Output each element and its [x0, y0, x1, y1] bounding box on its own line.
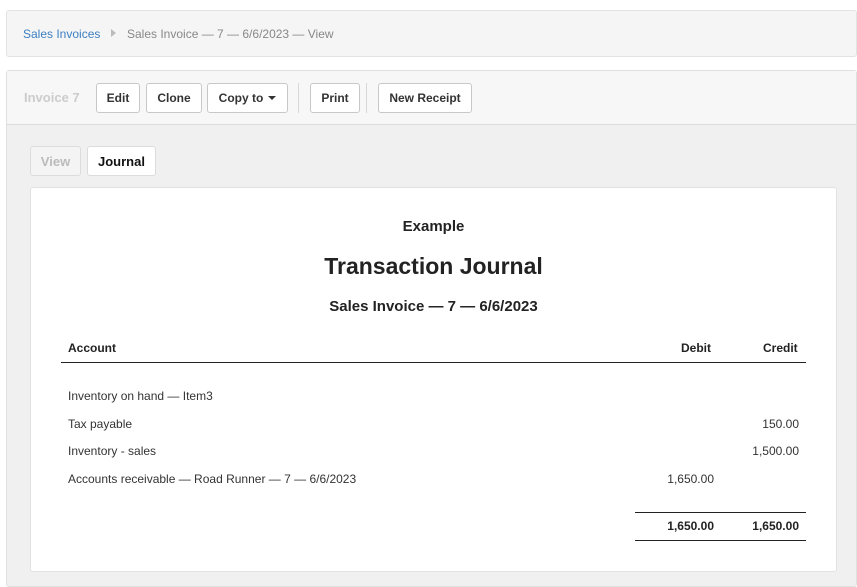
print-button[interactable]: Print: [310, 83, 360, 113]
totals-bottom-divider: [635, 540, 806, 541]
journal-row-account: Inventory - sales: [68, 444, 157, 458]
header-divider: [61, 362, 806, 363]
journal-row-account: Accounts receivable — Road Runner — 7 — …: [68, 472, 357, 486]
invoice-title: Invoice 7: [24, 90, 80, 105]
journal-row-debit: 1,650.00: [667, 472, 714, 486]
breadcrumb-current: Sales Invoice — 7 — 6/6/2023 — View: [127, 27, 334, 41]
breadcrumb: Sales Invoices Sales Invoice — 7 — 6/6/2…: [6, 10, 857, 57]
tab-view[interactable]: View: [30, 146, 81, 176]
chevron-right-icon: [111, 29, 116, 37]
journal-report: Example Transaction Journal Sales Invoic…: [30, 187, 837, 572]
column-header-debit: Debit: [681, 341, 711, 355]
main-panel: Invoice 7 Edit Clone Copy to Print New R…: [6, 70, 857, 587]
copy-to-label: Copy to: [218, 91, 264, 105]
toolbar-divider: [366, 83, 367, 113]
tab-journal[interactable]: Journal: [87, 146, 156, 176]
copy-to-dropdown[interactable]: Copy to: [207, 83, 288, 113]
caret-down-icon: [268, 96, 277, 100]
company-name: Example: [402, 218, 465, 235]
breadcrumb-link-sales-invoices[interactable]: Sales Invoices: [23, 27, 100, 41]
report-subtitle: Sales Invoice — 7 — 6/6/2023: [329, 298, 538, 315]
column-header-credit: Credit: [763, 341, 798, 355]
totals-top-divider: [635, 512, 806, 513]
new-receipt-button[interactable]: New Receipt: [378, 83, 472, 113]
toolbar: Invoice 7 Edit Clone Copy to Print New R…: [7, 71, 856, 125]
journal-row-credit: 1,500.00: [752, 444, 799, 458]
journal-row-account: Inventory on hand — Item3: [68, 389, 213, 403]
edit-button[interactable]: Edit: [96, 83, 140, 113]
column-header-account: Account: [68, 341, 116, 355]
report-title: Transaction Journal: [324, 253, 543, 279]
journal-row-account: Tax payable: [68, 417, 133, 431]
total-credit: 1,650.00: [752, 519, 799, 533]
toolbar-divider: [298, 83, 299, 113]
journal-row-credit: 150.00: [762, 417, 799, 431]
clone-button[interactable]: Clone: [146, 83, 202, 113]
